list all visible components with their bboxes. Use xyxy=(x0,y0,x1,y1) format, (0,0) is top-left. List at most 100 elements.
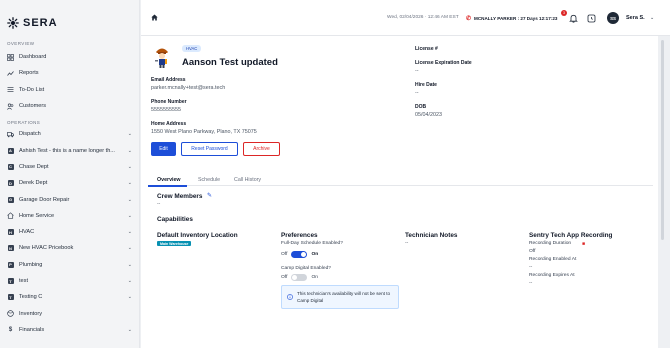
chevron-down-icon: ⌄ xyxy=(127,229,132,236)
sidebar-item-label: Chase Dept xyxy=(19,163,49,170)
todo-icon xyxy=(7,86,14,93)
sidebar-item-label: Dashboard xyxy=(19,54,47,61)
license-expiration-label: License Expiration Date xyxy=(415,60,472,66)
sidebar-item-hvac[interactable]: H HVAC ⌄ xyxy=(0,224,139,240)
preferences-title: Preferences xyxy=(281,232,318,239)
sidebar-item-home-service[interactable]: Home Service ⌄ xyxy=(0,208,139,224)
bell-icon[interactable] xyxy=(569,14,578,23)
sidebar-item-label: Reports xyxy=(19,70,39,77)
home-address-label: Home Address xyxy=(151,121,187,127)
technician-name: Aanson Test updated xyxy=(182,57,278,68)
sidebar-item-label: Testing C xyxy=(19,294,43,301)
sidebar-item-plumbing[interactable]: P Plumbing ⌄ xyxy=(0,257,139,273)
sidebar-item-label: test xyxy=(19,278,29,284)
chevron-down-icon: ⌄ xyxy=(127,147,132,154)
toggle-on-label: On xyxy=(311,252,319,257)
toggle-off-label: Off xyxy=(281,275,288,280)
dept-badge: A xyxy=(7,147,14,154)
dept-badge: T xyxy=(7,278,14,284)
recording-duration-value: Off xyxy=(529,249,536,254)
full-day-schedule-toggle[interactable] xyxy=(291,251,308,258)
phone-label: Phone Number xyxy=(151,99,187,105)
technician-avatar-icon xyxy=(155,48,168,68)
sidebar-item-inventory[interactable]: Inventory xyxy=(0,305,139,321)
sidebar-item-ashish-test[interactable]: A Ashish Test - this is a name longer th… xyxy=(0,142,139,158)
timer-text: MCNALLY PARKER : 27 Days 12:17:23 xyxy=(474,15,558,21)
user-avatar[interactable]: SS xyxy=(607,12,619,24)
sidebar-item-label: Garage Door Repair xyxy=(19,196,70,203)
clock-icon[interactable] xyxy=(587,14,596,23)
tab-bar: Overview Schedule Call History xyxy=(148,174,653,187)
dept-badge: P xyxy=(7,261,14,268)
crew-members-value: -- xyxy=(157,202,161,207)
home-address-value: 1550 West Plano Parkway, Plano, TX 75075 xyxy=(151,129,257,135)
hire-date-label: Hire Date xyxy=(415,82,437,88)
toggle-knob xyxy=(301,252,307,257)
sidebar-item-financials[interactable]: $ Financials ⌄ xyxy=(0,322,139,338)
dob-label: DOB xyxy=(415,104,427,110)
edit-button[interactable]: Edit xyxy=(151,142,176,156)
active-call-timer[interactable]: ✆ MCNALLY PARKER : 27 Days 12:17:23 xyxy=(463,12,560,24)
house-icon xyxy=(7,212,14,219)
user-name[interactable]: Sera S. xyxy=(626,15,645,21)
recording-enabled-value: -- xyxy=(529,265,533,270)
sidebar: SERA OVERVIEW Dashboard Reports To-Do Li… xyxy=(0,0,140,348)
sidebar-item-todo[interactable]: To-Do List xyxy=(0,82,139,98)
chevron-down-icon: ⌄ xyxy=(127,245,132,252)
sidebar-item-test[interactable]: T test ⌄ xyxy=(0,273,139,289)
dept-badge: C xyxy=(7,163,14,170)
email-label: Email Address xyxy=(151,77,186,83)
dept-badge: G xyxy=(7,196,14,203)
sidebar-item-label: New HVAC Pricebook xyxy=(19,245,74,252)
dept-badge: H xyxy=(7,229,14,236)
recording-expires-value: -- xyxy=(529,281,533,286)
home-icon[interactable] xyxy=(151,14,158,21)
logo-text: SERA xyxy=(23,17,58,29)
chevron-down-icon[interactable]: ⌄ xyxy=(650,15,654,21)
active-tab-indicator xyxy=(148,185,187,187)
sidebar-item-dispatch[interactable]: Dispatch ⌄ xyxy=(0,126,139,142)
technician-detail-panel: HVAC Aanson Test updated Email Address p… xyxy=(141,36,658,348)
hire-date-value: -- xyxy=(415,90,419,96)
sidebar-item-label: Financials xyxy=(19,326,45,333)
sidebar-item-label: Inventory xyxy=(19,310,43,317)
chevron-down-icon: ⌄ xyxy=(127,326,132,333)
pencil-icon[interactable]: ✎ xyxy=(207,192,212,199)
video-camera-icon: ■ xyxy=(582,241,586,247)
dept-badge: N xyxy=(7,245,14,252)
camp-digital-info-box: This technician's availability will not … xyxy=(281,285,399,309)
sidebar-item-label: To-Do List xyxy=(19,86,45,93)
sidebar-item-chase-dept[interactable]: C Chase Dept ⌄ xyxy=(0,159,139,175)
dept-badge: D xyxy=(7,180,14,187)
tab-overview[interactable]: Overview xyxy=(157,177,181,183)
reset-password-button[interactable]: Reset Password xyxy=(181,142,238,156)
tab-call-history[interactable]: Call History xyxy=(234,177,261,183)
current-datetime: Wed, 02/04/2026 · 12:46 AM EST xyxy=(387,15,459,20)
sidebar-item-dashboard[interactable]: Dashboard xyxy=(0,49,139,65)
recording-enabled-label: Recording Enabled At xyxy=(529,257,577,262)
recording-expires-label: Recording Expires At xyxy=(529,273,575,278)
chevron-down-icon: ⌄ xyxy=(127,294,132,301)
sidebar-item-testing-c[interactable]: T Testing C ⌄ xyxy=(0,289,139,305)
archive-button[interactable]: Archive xyxy=(243,142,280,156)
logo[interactable]: SERA xyxy=(0,0,139,34)
sidebar-item-label: Plumbing xyxy=(19,261,43,268)
sidebar-item-garage-door-repair[interactable]: G Garage Door Repair ⌄ xyxy=(0,191,139,207)
inventory-location-badge: Main Warehouse xyxy=(157,241,192,246)
dob-value: 05/04/2023 xyxy=(415,112,442,118)
camp-digital-toggle-row: Off On xyxy=(281,274,318,281)
notification-count-badge: 3 xyxy=(561,10,567,16)
sidebar-item-customers[interactable]: Customers xyxy=(0,98,139,114)
sidebar-item-derek-dept[interactable]: D Derek Dept ⌄ xyxy=(0,175,139,191)
main-scrollbar[interactable] xyxy=(661,40,664,240)
dashboard-icon xyxy=(7,53,14,61)
technician-notes-value: -- xyxy=(405,241,409,246)
chevron-down-icon: ⌄ xyxy=(127,131,132,138)
tab-schedule[interactable]: Schedule xyxy=(198,177,220,183)
truck-icon xyxy=(7,131,14,138)
camp-digital-toggle[interactable] xyxy=(291,274,308,281)
sidebar-item-reports[interactable]: Reports xyxy=(0,65,139,81)
chevron-down-icon: ⌄ xyxy=(127,261,132,268)
sidebar-item-new-hvac-pricebook[interactable]: N New HVAC Pricebook ⌄ xyxy=(0,240,139,256)
sera-logo-icon xyxy=(7,17,19,29)
